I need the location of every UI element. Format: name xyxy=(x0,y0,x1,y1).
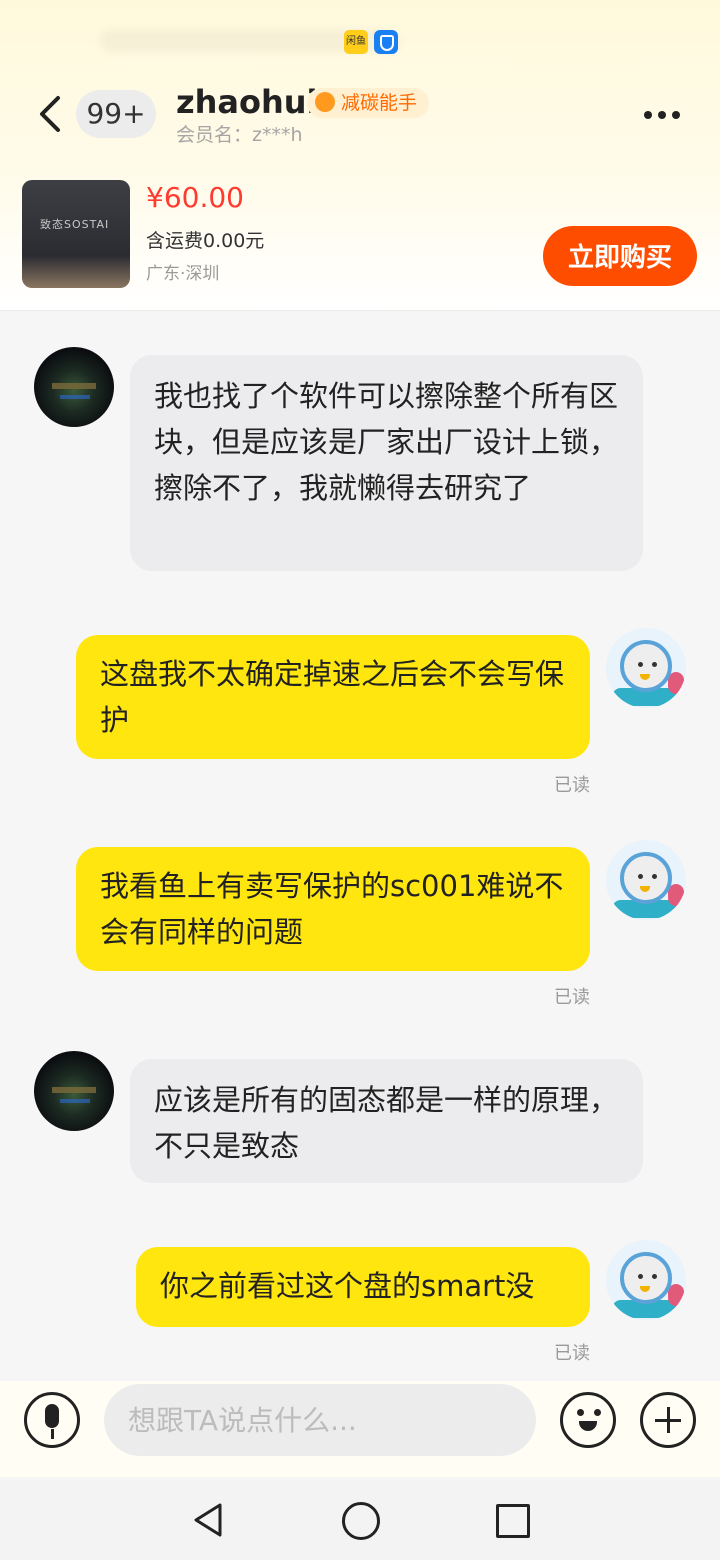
input-bar xyxy=(0,1381,720,1477)
read-status: 已读 xyxy=(554,987,590,1008)
chat-area[interactable]: 我也找了个软件可以擦除整个所有区块，但是应该是厂家出厂设计上锁，擦除不了，我就懒… xyxy=(0,311,720,1381)
leaf-icon xyxy=(315,92,335,112)
carbon-badge[interactable]: 减碳能手 xyxy=(307,88,430,118)
chat-header: 99+ zhaohui 减碳能手 会员名：z***h xyxy=(0,80,720,170)
app-icon-yellow: 闲鱼 xyxy=(344,30,368,54)
triangle-back-icon[interactable] xyxy=(190,1502,226,1538)
buy-now-button[interactable]: 立即购买 xyxy=(543,226,697,286)
contact-avatar[interactable] xyxy=(34,1051,114,1131)
member-name: 会员名：z***h xyxy=(176,124,303,146)
circle-home-icon[interactable] xyxy=(342,1502,380,1540)
microphone-icon[interactable] xyxy=(24,1392,80,1448)
message-input[interactable] xyxy=(104,1384,536,1456)
chevron-left-icon[interactable] xyxy=(30,92,70,136)
contact-avatar[interactable] xyxy=(34,347,114,427)
shipping-info: 含运费0.00元 xyxy=(146,230,265,252)
self-avatar[interactable] xyxy=(606,628,686,708)
self-avatar[interactable] xyxy=(606,840,686,920)
message-bubble-incoming[interactable]: 应该是所有的固态都是一样的原理，不只是致态 xyxy=(130,1059,643,1183)
self-avatar[interactable] xyxy=(606,1240,686,1320)
status-bar: 闲鱼 xyxy=(0,0,720,80)
emoji-icon[interactable] xyxy=(560,1392,616,1448)
badge-label: 减碳能手 xyxy=(341,92,418,114)
message-bubble-incoming[interactable]: 我也找了个软件可以擦除整个所有区块，但是应该是厂家出厂设计上锁，擦除不了，我就懒… xyxy=(130,355,643,571)
contact-name: zhaohui xyxy=(176,83,318,121)
plus-icon[interactable] xyxy=(640,1392,696,1448)
product-card[interactable]: 致态SOSTAI ¥60.00 含运费0.00元 广东·深圳 立即购买 xyxy=(0,172,720,308)
message-bubble-outgoing[interactable]: 你之前看过这个盘的smart没 xyxy=(136,1247,590,1327)
message-bubble-outgoing[interactable]: 我看鱼上有卖写保护的sc001难说不会有同样的问题 xyxy=(76,847,590,971)
message-bubble-outgoing[interactable]: 这盘我不太确定掉速之后会不会写保护 xyxy=(76,635,590,759)
read-status: 已读 xyxy=(554,1343,590,1364)
square-recent-icon[interactable] xyxy=(496,1504,530,1538)
read-status: 已读 xyxy=(554,775,590,796)
system-nav-bar xyxy=(0,1480,720,1560)
seller-location: 广东·深圳 xyxy=(146,264,220,284)
shield-app-icon xyxy=(374,30,398,54)
product-price: ¥60.00 xyxy=(146,181,244,214)
more-dots-icon[interactable] xyxy=(644,104,692,124)
unread-count-badge[interactable]: 99+ xyxy=(76,90,156,138)
product-image[interactable]: 致态SOSTAI xyxy=(22,180,130,288)
